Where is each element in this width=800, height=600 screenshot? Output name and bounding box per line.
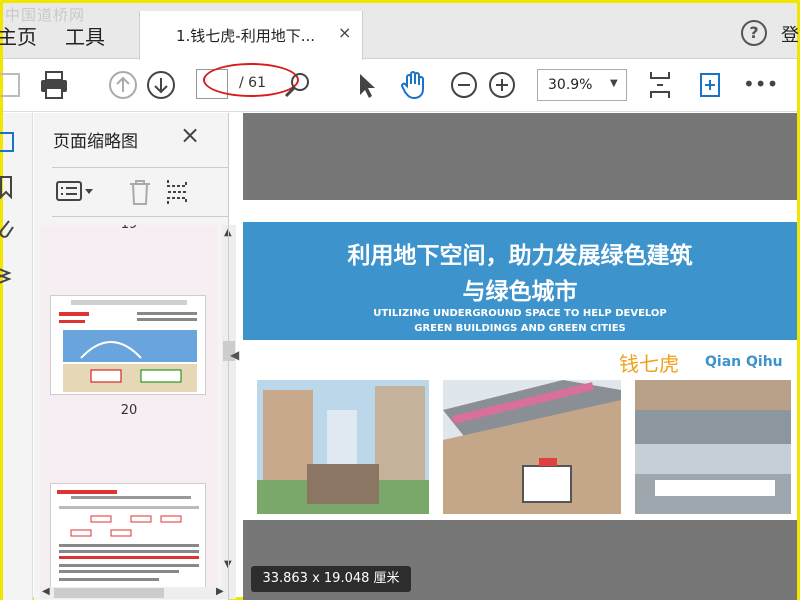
thumbnail-page-21[interactable]	[50, 483, 206, 587]
slide-title-line-1: 利用地下空间，助力发展绿色建筑	[347, 243, 693, 269]
next-page-icon[interactable]	[144, 68, 178, 102]
document-tab-label: 1.钱七虎-利用地下...	[176, 27, 316, 45]
rotate-view-icon[interactable]	[693, 68, 727, 102]
document-view[interactable]: 利用地下空间，助力发展绿色建筑 与绿色城市 UTILIZING UNDERGRO…	[243, 113, 797, 600]
underground-street-image	[443, 380, 621, 514]
thumbnail-page-20[interactable]	[50, 295, 206, 395]
layers-icon[interactable]	[0, 263, 19, 287]
panel-divider[interactable]	[228, 113, 229, 600]
panel-toolbar	[52, 167, 228, 217]
bookmark-icon[interactable]	[0, 175, 19, 199]
underground-plaza-image	[257, 380, 429, 514]
zoom-dropdown[interactable]: 30.9% ▼	[537, 69, 627, 101]
scroll-left-icon[interactable]: ◀	[42, 586, 50, 597]
chevron-down-icon: ▼	[610, 78, 618, 89]
tab-bar: 主页 工具 1.钱七虎-利用地下... × ? 登	[0, 3, 799, 60]
login-button[interactable]: 登	[781, 21, 799, 47]
slide-page: 利用地下空间，助力发展绿色建筑 与绿色城市 UTILIZING UNDERGRO…	[243, 200, 797, 520]
collapse-panel-icon[interactable]: ◀	[230, 348, 239, 362]
thumbnail-preview	[57, 490, 199, 581]
close-tab-icon[interactable]: ×	[338, 23, 351, 42]
thumbnail-vertical-scrollbar[interactable]: ▲ ▼	[222, 225, 236, 587]
page-extract-icon[interactable]	[164, 178, 192, 206]
save-icon[interactable]	[0, 68, 27, 102]
fit-page-icon[interactable]	[643, 68, 677, 102]
author-name-en: Qian Qihu	[705, 354, 783, 370]
attachment-icon[interactable]	[0, 217, 19, 241]
left-icon-strip	[0, 113, 33, 600]
thumbnail-panel: 页面缩略图 × 19	[34, 113, 236, 600]
zoom-in-icon[interactable]	[485, 68, 519, 102]
thumbnail-horizontal-scrollbar[interactable]: ◀ ▶	[40, 586, 236, 599]
hscroll-thumb[interactable]	[54, 588, 164, 598]
delete-trash-icon[interactable]	[126, 178, 154, 206]
panel-title: 页面缩略图	[53, 132, 138, 152]
slide-subtitle-line-2: GREEN BUILDINGS AND GREEN CITIES	[414, 323, 626, 334]
menu-tools[interactable]: 工具	[65, 21, 105, 50]
hand-tool-icon[interactable]	[397, 68, 431, 102]
thumbnail-list: 19 20	[40, 225, 218, 587]
close-panel-icon[interactable]: ×	[180, 121, 200, 149]
more-options-icon[interactable]: •••	[743, 72, 778, 96]
menu-home[interactable]: 主页	[0, 21, 37, 50]
slide-title-line-2: 与绿色城市	[462, 279, 578, 305]
thumbnail-preview	[59, 300, 197, 392]
previous-page-icon[interactable]	[106, 68, 140, 102]
thumbnails-icon[interactable]	[0, 131, 19, 155]
help-icon[interactable]: ?	[741, 20, 767, 46]
title-banner: 利用地下空间，助力发展绿色建筑 与绿色城市 UTILIZING UNDERGRO…	[243, 222, 797, 340]
zoom-value: 30.9%	[548, 77, 593, 93]
scroll-right-icon[interactable]: ▶	[216, 586, 224, 597]
underground-station-image	[635, 380, 791, 514]
print-icon[interactable]	[37, 68, 71, 102]
zoom-out-icon[interactable]	[447, 68, 481, 102]
thumbnail-options-icon[interactable]	[56, 180, 96, 204]
thumbnail-page-number: 20	[120, 403, 138, 418]
author-name-cn: 钱七虎	[619, 352, 679, 376]
thumbnail-page-number: 19	[40, 225, 218, 232]
toolbar: / 61 30.9% ▼ •••	[0, 60, 797, 112]
zoom-search-icon[interactable]	[281, 68, 315, 102]
page-size-status: 33.863 x 19.048 厘米	[251, 566, 411, 592]
watermark: 中国道桥网	[5, 6, 86, 24]
select-pointer-icon[interactable]	[349, 68, 383, 102]
document-tab[interactable]: 1.钱七虎-利用地下... ×	[139, 11, 363, 60]
slide-subtitle-line-1: UTILIZING UNDERGROUND SPACE TO HELP DEVE…	[373, 308, 667, 319]
